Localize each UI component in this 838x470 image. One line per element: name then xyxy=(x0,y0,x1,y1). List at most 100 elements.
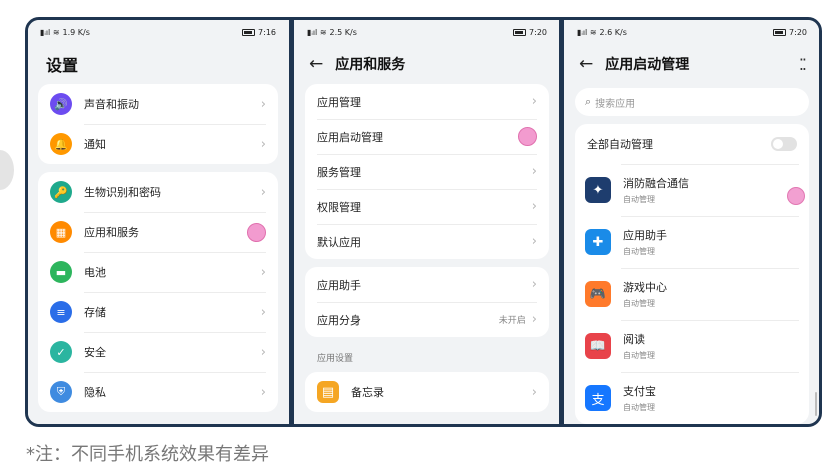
settings-item-label: 声音和振动 xyxy=(84,98,139,111)
settings-item-apps[interactable]: ▦ 应用和服务 xyxy=(38,212,278,252)
status-bar: ▮ᵢıl ≋ 2.6 K/s 7:20 xyxy=(565,20,819,44)
app-launch-screen: ▮ᵢıl ≋ 2.6 K/s 7:20 ← 应用启动管理 ⁚⁚ ⌕ 搜索应用 全… xyxy=(565,20,819,424)
app-status: 自动管理 xyxy=(623,403,655,412)
page-title: 应用启动管理 xyxy=(605,57,690,73)
settings-item-label: 应用和服务 xyxy=(84,226,139,239)
chevron-right-icon: › xyxy=(531,277,537,292)
app-text: 支付宝 自动管理 xyxy=(623,383,799,413)
signal-icon: ▮ᵢıl ≋ xyxy=(40,27,60,37)
screen-divider xyxy=(559,20,564,424)
chevron-right-icon: › xyxy=(531,234,537,249)
screen-divider xyxy=(289,20,294,424)
apps-menu-item[interactable]: 服务管理 › xyxy=(305,154,549,189)
clock: 7:16 xyxy=(258,27,276,37)
chevron-right-icon: › xyxy=(260,136,266,152)
settings-item-key[interactable]: 🔑 生物识别和密码 › xyxy=(38,172,278,212)
apps-menu-label: 权限管理 xyxy=(317,200,361,214)
clock: 7:20 xyxy=(789,27,807,37)
section-label: 应用设置 xyxy=(317,354,354,364)
chevron-right-icon: › xyxy=(531,312,537,327)
chevron-right-icon: › xyxy=(260,344,266,360)
app-assistant-icon: ✚ xyxy=(585,229,611,255)
apps-menu-label: 应用启动管理 xyxy=(317,130,383,144)
storage-icon: ≡ xyxy=(50,301,72,323)
settings-group-2: 🔑 生物识别和密码 › ▦ 应用和服务 ▬ 电池 › ≡ 存储 › ✓ 安全 › ⛨ 隐私 › xyxy=(38,172,278,412)
back-arrow-icon[interactable]: ← xyxy=(579,54,593,74)
apps-services-screen: ▮ᵢıl ≋ 2.5 K/s 7:20 ← 应用和服务 应用管理 › 应用启动管理服… xyxy=(295,20,559,424)
status-bar: ▮ᵢıl ≋ 2.5 K/s 7:20 xyxy=(295,20,559,44)
chevron-right-icon: › xyxy=(260,264,266,280)
battery-status-icon xyxy=(513,28,527,36)
chevron-right-icon: › xyxy=(260,184,266,200)
settings-item-shield-check[interactable]: ✓ 安全 › xyxy=(38,332,278,372)
key-icon: 🔑 xyxy=(50,181,72,203)
shield-check-icon: ✓ xyxy=(50,341,72,363)
apps-menu-item[interactable]: 权限管理 › xyxy=(305,189,549,224)
app-launch-item: 📖 阅读 自动管理 xyxy=(575,320,809,372)
apps-menu-item[interactable]: 默认应用 › xyxy=(305,224,549,259)
settings-item-battery[interactable]: ▬ 电池 › xyxy=(38,252,278,292)
app-name: 消防融合通信 xyxy=(623,177,689,190)
app-status: 自动管理 xyxy=(623,247,655,256)
back-arrow-icon[interactable]: ← xyxy=(309,54,323,74)
screenshot-frame: ▮ᵢıl ≋ 1.9 K/s 7:16 设置 🔊 声音和振动 › 🔔 通知 › 🔑 生物识别… xyxy=(25,17,822,427)
chevron-right-icon: › xyxy=(531,94,537,109)
all-auto-toggle[interactable] xyxy=(771,137,797,151)
signal-icon: ▮ᵢıl ≋ xyxy=(577,27,597,37)
search-placeholder: 搜索应用 xyxy=(595,98,636,110)
page-title: 应用和服务 xyxy=(335,57,406,73)
clock: 7:20 xyxy=(529,27,547,37)
settings-item-privacy[interactable]: ⛨ 隐私 › xyxy=(38,372,278,412)
settings-item-label: 隐私 xyxy=(84,386,106,399)
gamepad-icon: 🎮 xyxy=(585,281,611,307)
app-launch-list: 全部自动管理 ✦ 消防融合通信 自动管理 ✚ 应用助手 自动管理 🎮 游戏中心 自动管理 📖 阅读自… xyxy=(575,124,809,424)
app-status: 自动管理 xyxy=(623,195,655,204)
settings-item-label: 存储 xyxy=(84,306,106,319)
apps-menu-item[interactable]: 应用启动管理 xyxy=(305,119,549,154)
speaker-icon: 🔊 xyxy=(50,93,72,115)
all-auto-row: 全部自动管理 xyxy=(575,124,809,164)
net-speed: 2.5 K/s xyxy=(329,27,357,37)
page-title: 设置 xyxy=(46,56,79,75)
bell-icon: 🔔 xyxy=(50,133,72,155)
app-name: 应用助手 xyxy=(623,229,667,242)
app-text: 应用助手 自动管理 xyxy=(623,227,799,257)
settings-item-bell[interactable]: 🔔 通知 › xyxy=(38,124,278,164)
scrollbar[interactable] xyxy=(815,392,817,416)
app-text: 游戏中心 自动管理 xyxy=(623,279,799,309)
apps-group-1: 应用管理 › 应用启动管理 服务管理 › 权限管理 › 默认应用 › xyxy=(305,84,549,259)
memo-row[interactable]: ▤ 备忘录 › xyxy=(305,372,549,412)
chevron-right-icon: › xyxy=(531,164,537,179)
privacy-icon: ⛨ xyxy=(50,381,72,403)
apps-menu-label: 默认应用 xyxy=(317,235,361,249)
apps-icon: ▦ xyxy=(50,221,72,243)
apps-menu-item[interactable]: 应用管理 › xyxy=(305,84,549,119)
net-speed: 1.9 K/s xyxy=(62,27,90,37)
app-launch-item: ✦ 消防融合通信 自动管理 xyxy=(575,164,809,216)
app-status: 自动管理 xyxy=(623,351,655,360)
app-name: 支付宝 xyxy=(623,385,656,398)
more-icon[interactable]: ⁚⁚ xyxy=(799,55,807,74)
page-edge-decoration xyxy=(0,150,14,190)
apps-menu-label: 应用助手 xyxy=(317,278,361,292)
app-status: 自动管理 xyxy=(623,299,655,308)
signal-icon: ▮ᵢıl ≋ xyxy=(307,27,327,37)
alipay-icon: 支 xyxy=(585,385,611,411)
apps-menu-label: 应用分身 xyxy=(317,313,361,327)
tap-indicator xyxy=(518,127,537,146)
footnote: *注：不同手机系统效果有差异 xyxy=(26,444,269,465)
settings-item-speaker[interactable]: 🔊 声音和振动 › xyxy=(38,84,278,124)
chevron-right-icon: › xyxy=(260,304,266,320)
settings-screen: ▮ᵢıl ≋ 1.9 K/s 7:16 设置 🔊 声音和振动 › 🔔 通知 › 🔑 生物识别… xyxy=(28,20,288,424)
settings-item-storage[interactable]: ≡ 存储 › xyxy=(38,292,278,332)
settings-group-1: 🔊 声音和振动 › 🔔 通知 › xyxy=(38,84,278,164)
chevron-right-icon: › xyxy=(260,384,266,400)
battery-status-icon xyxy=(773,28,787,36)
settings-item-label: 生物识别和密码 xyxy=(84,186,161,199)
apps-menu-item[interactable]: 应用助手 › xyxy=(305,267,549,302)
search-input[interactable]: ⌕ 搜索应用 xyxy=(575,88,809,116)
all-auto-label: 全部自动管理 xyxy=(587,138,653,151)
app-name: 游戏中心 xyxy=(623,281,667,294)
apps-menu-item[interactable]: 应用分身 未开启 › xyxy=(305,302,549,337)
apps-menu-label: 服务管理 xyxy=(317,165,361,179)
